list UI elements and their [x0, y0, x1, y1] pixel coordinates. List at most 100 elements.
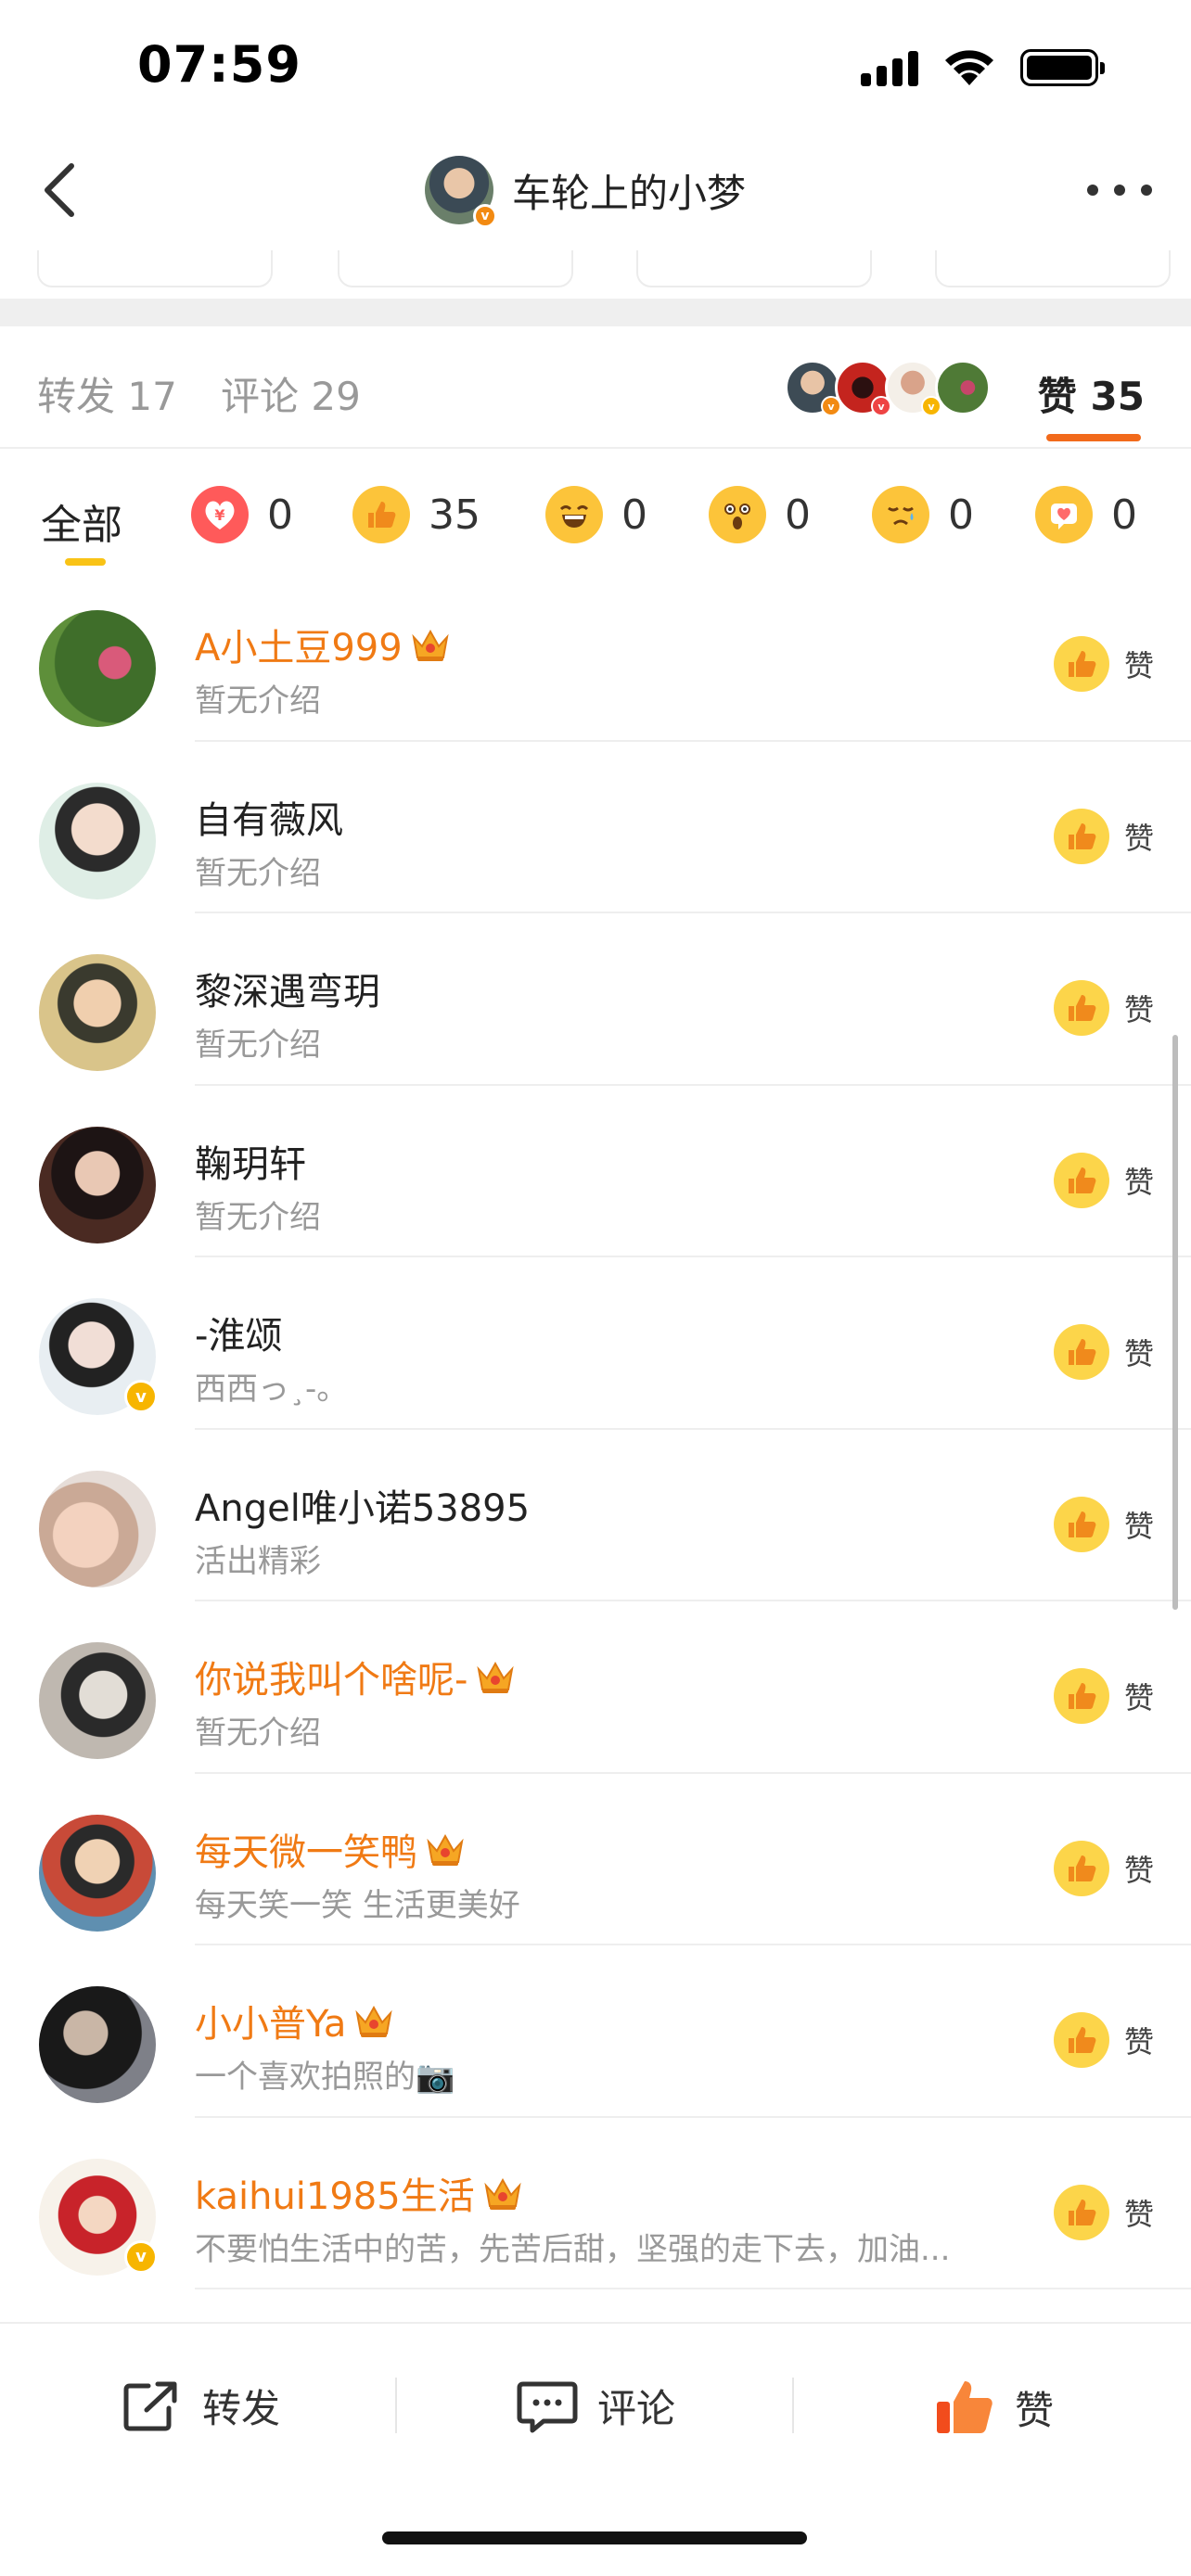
like-badge: 赞 [1053, 1496, 1154, 1552]
liker-row[interactable]: 黎深遇弯玥 暂无介绍 赞 [0, 913, 1191, 1086]
avatar[interactable] [39, 954, 156, 1071]
avatar[interactable] [39, 1642, 156, 1759]
thumbs-up-icon [1053, 980, 1109, 1036]
name-line: A小土豆999 [195, 618, 451, 671]
liker-row[interactable]: v -淮颂西西っ¸-。 赞 [0, 1257, 1191, 1430]
liker-row[interactable]: 小小普Ya 一个喜欢拍照的📷 赞 [0, 1945, 1191, 2118]
liker-row[interactable]: A小土豆999 暂无介绍 赞 [0, 569, 1191, 742]
bottom-toolbar: 转发 评论 赞 [0, 2322, 1191, 2576]
user-name[interactable]: 每天微一笑鸭 [195, 1822, 417, 1876]
user-name[interactable]: -淮颂 [195, 1306, 282, 1359]
reaction-filter-all[interactable]: 全部 [41, 491, 122, 551]
section-divider [0, 299, 1191, 326]
name-line: Angel唯小诺53895 [195, 1478, 530, 1532]
red-envelope-icon: ¥ [191, 486, 249, 543]
avatar[interactable] [39, 1470, 156, 1588]
like-badge: 赞 [1053, 1324, 1154, 1380]
reaction-count: 0 [785, 491, 811, 539]
reaction-filter-red-envelope[interactable]: ¥ 0 [191, 486, 293, 543]
name-line: 小小普Ya [195, 1994, 394, 2047]
name-line: -淮颂 [195, 1306, 282, 1359]
user-name[interactable]: 黎深遇弯玥 [195, 962, 380, 1015]
reaction-filter-heart[interactable]: 0 [1035, 486, 1137, 543]
dot-icon [1141, 185, 1152, 196]
avatar[interactable]: v [39, 2158, 158, 2276]
toolbar-divider [792, 2378, 794, 2433]
back-button[interactable] [28, 158, 93, 223]
tab-comment[interactable]: 评论 29 [221, 365, 361, 422]
comment-icon [517, 2381, 578, 2432]
user-name[interactable]: 鞠玥轩 [195, 1134, 306, 1188]
avatar[interactable]: v [39, 1298, 158, 1415]
liker-avatar: v [885, 360, 941, 416]
user-name[interactable]: 自有薇风 [195, 790, 343, 844]
user-name[interactable]: 小小普Ya [195, 1994, 346, 2047]
like-badge-label: 赞 [1123, 992, 1154, 1027]
heart-bubble-icon [1035, 486, 1093, 543]
liker-row[interactable]: 你说我叫个啥呢- 暂无介绍 赞 [0, 1601, 1191, 1774]
name-line: 黎深遇弯玥 [195, 962, 380, 1015]
name-line: kaihui1985生活 [195, 2166, 523, 2220]
user-description: 不要怕生活中的苦，先苦后甜，坚强的走下去，加油... [195, 2230, 951, 2268]
sad-face-icon [872, 486, 929, 543]
avatar[interactable] [39, 610, 156, 727]
like-badge: 赞 [1053, 808, 1154, 864]
forward-button[interactable]: 转发 [121, 2378, 280, 2434]
like-badge-label: 赞 [1123, 1508, 1154, 1544]
liker-row[interactable]: 每天微一笑鸭 每天笑一笑 生活更美好 赞 [0, 1774, 1191, 1945]
like-badge: 赞 [1053, 636, 1154, 692]
avatar[interactable] [39, 782, 156, 899]
like-label: 赞 [1015, 2387, 1055, 2433]
nav-title-group[interactable]: v 车轮上的小梦 [425, 156, 746, 228]
surprised-face-icon [709, 486, 766, 543]
reaction-filter-thumbs-up[interactable]: 35 [352, 486, 480, 543]
toolbar-divider [395, 2378, 397, 2433]
laughing-face-icon [545, 486, 603, 543]
reaction-filter-sad[interactable]: 0 [872, 486, 974, 543]
tab-forward[interactable]: 转发 17 [37, 365, 177, 422]
nav-bar: v 车轮上的小梦 [0, 130, 1191, 250]
avatar[interactable] [39, 1814, 156, 1932]
verified-badge-icon: v [473, 204, 497, 228]
author-avatar[interactable]: v [425, 156, 497, 228]
user-name[interactable]: Angel唯小诺53895 [195, 1478, 530, 1532]
reaction-filter-surprised[interactable]: 0 [709, 486, 811, 543]
liker-row[interactable]: 鞠玥轩暂无介绍 赞 [0, 1086, 1191, 1257]
vip-crown-icon [427, 1833, 464, 1866]
status-time: 07:59 [137, 35, 301, 94]
scrollbar[interactable] [1172, 1035, 1178, 1610]
tab-like[interactable]: 赞 35 [1038, 365, 1145, 422]
verified-badge-icon: v [124, 2239, 158, 2274]
name-line: 每天微一笑鸭 [195, 1822, 466, 1876]
user-name[interactable]: 你说我叫个啥呢- [195, 1650, 467, 1703]
user-name[interactable]: kaihui1985生活 [195, 2166, 475, 2220]
liker-row[interactable]: v kaihui1985生活 不要怕生活中的苦，先苦后甜，坚强的走下去，加油... 赞 [0, 2118, 1191, 2289]
avatar[interactable] [39, 1126, 156, 1243]
truncated-action-pills [0, 250, 1191, 300]
reaction-count: 0 [948, 491, 974, 539]
reaction-filter-bar: 全部 ¥ 0 35 0 0 0 0 [0, 449, 1191, 569]
user-description: 暂无介绍 [195, 1198, 321, 1236]
like-badge: 赞 [1053, 1840, 1154, 1896]
reaction-count: 0 [267, 491, 293, 539]
comment-button[interactable]: 评论 [516, 2378, 675, 2434]
row-divider [195, 2288, 1191, 2289]
home-indicator[interactable] [382, 2531, 807, 2544]
user-name[interactable]: A小土豆999 [195, 618, 403, 671]
liker-avatar-stack[interactable]: v v v [785, 360, 991, 416]
more-options-button[interactable] [1087, 172, 1152, 209]
like-badge: 赞 [1053, 980, 1154, 1036]
user-description: 西西っ¸-。 [195, 1371, 349, 1408]
liker-row[interactable]: Angel唯小诺53895 活出精彩 赞 [0, 1430, 1191, 1601]
liker-row[interactable]: 自有薇风 暂无介绍 赞 [0, 742, 1191, 913]
vip-crown-icon [484, 2177, 521, 2210]
name-line: 你说我叫个啥呢- [195, 1650, 516, 1703]
like-badge-label: 赞 [1123, 1164, 1154, 1200]
comment-label: 评论 [597, 2386, 676, 2431]
reaction-filter-laugh[interactable]: 0 [545, 486, 647, 543]
user-description: 一个喜欢拍照的📷 [195, 2059, 455, 2096]
avatar[interactable] [39, 1986, 156, 2103]
like-badge-label: 赞 [1123, 2024, 1154, 2060]
status-icons [861, 48, 1105, 87]
like-button[interactable]: 赞 [933, 2378, 1054, 2437]
